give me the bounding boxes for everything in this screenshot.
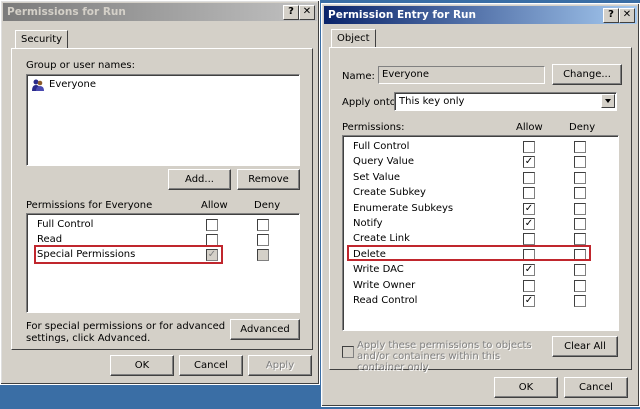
- deny-checkbox[interactable]: [574, 295, 586, 307]
- perm-entry-row: Enumerate Subkeys ✓: [343, 202, 618, 217]
- right-title-bar[interactable]: Permission Entry for Run ? ✕: [324, 6, 637, 24]
- perm-entry-name: Query Value: [353, 156, 415, 168]
- tab-security[interactable]: Security: [15, 30, 69, 49]
- deny-checkbox[interactable]: [574, 218, 586, 230]
- allow-checkbox[interactable]: [206, 219, 218, 231]
- allow-checkbox[interactable]: ✓: [523, 218, 535, 230]
- allow-checkbox[interactable]: ✓: [523, 156, 535, 169]
- perm-entry-name: Write Owner: [353, 279, 416, 291]
- apply-container-checkbox: [342, 346, 354, 358]
- list-item[interactable]: Everyone: [29, 77, 297, 93]
- apply-onto-value: This key only: [399, 96, 465, 107]
- deny-header: Deny: [254, 200, 281, 211]
- perm-entry-name: Full Control: [353, 141, 410, 152]
- perm-row-full-control: Full Control: [27, 218, 299, 233]
- apply-onto-label: Apply onto:: [342, 97, 400, 108]
- tab-security-label: Security: [21, 34, 63, 45]
- perm-name: Read: [37, 234, 63, 245]
- apply-onto-select[interactable]: This key only: [394, 92, 617, 111]
- permission-entry-list: Full Control Query Value ✓ Set Value Create …: [342, 135, 619, 331]
- apply-container-label: Apply these permissions to objects and/o…: [357, 340, 532, 373]
- chevron-down-icon[interactable]: [601, 94, 615, 108]
- deny-checkbox[interactable]: [574, 141, 586, 153]
- deny-checkbox[interactable]: [574, 187, 586, 200]
- allow-header: Allow: [516, 122, 543, 133]
- permissions-label: Permissions:: [342, 122, 405, 133]
- object-panel: Name: Everyone Change... Apply onto: Thi…: [329, 47, 632, 373]
- perm-entry-row: Query Value ✓: [343, 155, 618, 170]
- name-label: Name:: [342, 71, 375, 82]
- user-name: Everyone: [49, 79, 97, 90]
- allow-checkbox[interactable]: ✓: [523, 295, 535, 307]
- deny-checkbox[interactable]: [574, 171, 586, 184]
- remove-button[interactable]: Remove: [237, 169, 300, 190]
- deny-checkbox[interactable]: [574, 233, 586, 246]
- allow-header: Allow: [201, 200, 228, 211]
- deny-checkbox[interactable]: [574, 279, 586, 292]
- highlight-special-permissions: [34, 245, 223, 264]
- cancel-button[interactable]: Cancel: [179, 355, 243, 376]
- perm-entry-row: Create Subkey: [343, 186, 618, 201]
- perm-entry-row: Set Value: [343, 171, 618, 186]
- deny-checkbox[interactable]: [257, 234, 269, 246]
- perm-entry-name: Write DAC: [353, 264, 404, 276]
- users-group-icon: [31, 78, 45, 92]
- allow-checkbox[interactable]: [523, 187, 535, 200]
- security-panel: Group or user names: Everyone Add... Rem…: [11, 48, 313, 350]
- allow-checkbox[interactable]: ✓: [523, 202, 535, 215]
- special-note: For special permissions or for advanced …: [26, 321, 226, 344]
- allow-checkbox[interactable]: [523, 233, 535, 246]
- apply-button: Apply: [248, 355, 312, 376]
- perm-entry-row: Write DAC ✓: [343, 263, 618, 278]
- help-icon[interactable]: ?: [283, 5, 299, 20]
- perm-entry-row: Write Owner: [343, 279, 618, 294]
- close-icon[interactable]: ✕: [619, 8, 635, 23]
- perm-entry-name: Create Link: [353, 233, 410, 245]
- deny-checkbox[interactable]: [574, 156, 586, 169]
- deny-checkbox[interactable]: [574, 264, 586, 277]
- permissions-dialog: Permissions for Run ? ✕ Security Group o…: [0, 0, 320, 385]
- advanced-button[interactable]: Advanced: [230, 319, 300, 340]
- allow-checkbox[interactable]: [523, 141, 535, 153]
- group-label: Group or user names:: [26, 60, 135, 71]
- help-icon[interactable]: ?: [603, 8, 619, 23]
- highlight-delete-row: [347, 245, 591, 261]
- left-title-bar[interactable]: Permissions for Run ? ✕: [3, 3, 317, 21]
- clear-all-button[interactable]: Clear All: [552, 336, 618, 357]
- tab-object[interactable]: Object: [331, 29, 376, 48]
- add-button[interactable]: Add...: [168, 169, 231, 190]
- perm-entry-name: Set Value: [353, 171, 401, 183]
- ok-button[interactable]: OK: [110, 355, 174, 376]
- close-icon[interactable]: ✕: [299, 5, 315, 20]
- perm-entry-row: Notify ✓: [343, 217, 618, 232]
- deny-checkbox[interactable]: [574, 202, 586, 215]
- user-list[interactable]: Everyone: [26, 74, 300, 166]
- change-button[interactable]: Change...: [552, 64, 622, 85]
- allow-checkbox[interactable]: [523, 171, 535, 184]
- name-field: Everyone: [378, 66, 545, 84]
- perm-header: Permissions for Everyone: [26, 200, 153, 211]
- ok-button[interactable]: OK: [494, 377, 558, 398]
- perm-entry-name: Enumerate Subkeys: [353, 202, 454, 214]
- deny-checkbox: [257, 249, 269, 261]
- name-value: Everyone: [382, 69, 430, 80]
- perm-entry-row: Read Control ✓: [343, 294, 618, 309]
- permission-entry-dialog: Permission Entry for Run ? ✕ Object Name…: [321, 3, 640, 407]
- perm-entry-row: Full Control: [343, 140, 618, 155]
- perm-entry-name: Notify: [353, 218, 383, 229]
- cancel-button[interactable]: Cancel: [564, 377, 628, 398]
- perm-entry-name: Read Control: [353, 295, 418, 306]
- allow-checkbox[interactable]: ✓: [523, 264, 535, 277]
- tab-object-label: Object: [337, 33, 370, 44]
- right-title: Permission Entry for Run: [328, 9, 476, 21]
- allow-checkbox[interactable]: [523, 279, 535, 292]
- deny-checkbox[interactable]: [257, 219, 269, 231]
- left-title: Permissions for Run: [7, 6, 126, 18]
- perm-name: Full Control: [37, 219, 94, 230]
- perm-entry-name: Create Subkey: [353, 187, 426, 199]
- deny-header: Deny: [569, 122, 596, 133]
